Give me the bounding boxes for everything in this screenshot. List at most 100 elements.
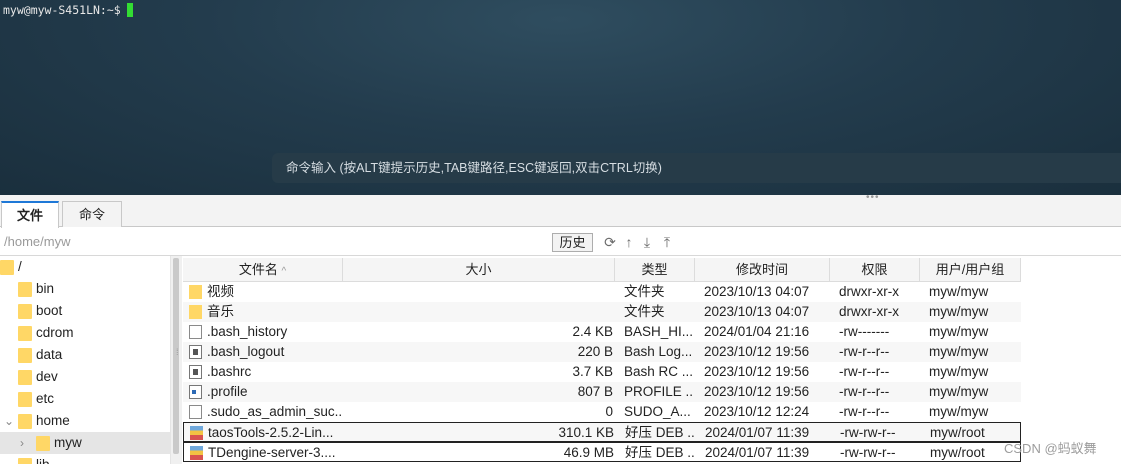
file-list-header: 文件名 ^ 大小 类型 修改时间 权限 用户/用户组	[183, 258, 1021, 282]
chevron-down-icon[interactable]: ⌄	[4, 410, 14, 432]
column-owner[interactable]: 用户/用户组	[920, 258, 1021, 282]
folder-icon	[18, 458, 32, 464]
file-owner: myw/myw	[929, 344, 989, 359]
file-row[interactable]: 视频 文件夹 2023/10/13 04:07 drwxr-xr-x myw/myw	[183, 282, 1021, 302]
document-icon	[189, 405, 202, 419]
file-size: 220 B	[577, 344, 613, 359]
chevron-right-icon[interactable]: ›	[20, 432, 24, 454]
tree-item-etc[interactable]: etc	[0, 388, 170, 410]
path-input[interactable]: /home/myw	[4, 234, 70, 249]
tree-item-root[interactable]: /	[0, 256, 170, 278]
document-icon	[189, 325, 202, 339]
package-icon	[190, 446, 203, 460]
file-row[interactable]: .bash_history 2.4 KB BASH_HI... 2024/01/04 …	[183, 322, 1021, 342]
column-permissions[interactable]: 权限	[830, 258, 920, 282]
file-row[interactable]: .bash_logout 220 B Bash Log... 2023/10/12 1…	[183, 342, 1021, 362]
file-row[interactable]: taosTools-2.5.2-Lin... 310.1 KB 好压 DEB ...…	[183, 422, 1021, 442]
file-modified: 2023/10/13 04:07	[704, 284, 810, 299]
file-name: .bash_logout	[207, 344, 285, 359]
file-name: TDengine-server-3....	[208, 445, 336, 460]
folder-icon	[18, 282, 32, 297]
file-type: 文件夹	[624, 284, 665, 299]
file-row[interactable]: TDengine-server-3.... 46.9 MB 好压 DEB ... 20…	[183, 442, 1021, 462]
file-modified: 2024/01/04 21:16	[704, 324, 810, 339]
file-owner: myw/myw	[929, 284, 989, 299]
folder-icon	[18, 392, 32, 407]
file-name: 音乐	[207, 304, 234, 319]
terminal-cursor	[126, 3, 133, 17]
terminal-prompt: myw@myw-S451LN:~$	[3, 3, 133, 17]
folder-icon	[18, 326, 32, 341]
folder-icon	[0, 260, 14, 275]
file-modified: 2023/10/12 19:56	[704, 344, 810, 359]
file-type: 好压 DEB ...	[625, 425, 694, 440]
file-owner: myw/myw	[929, 304, 989, 319]
file-permissions: -rw-r--r--	[839, 344, 890, 359]
terminal-panel[interactable]: myw@myw-S451LN:~$ 命令输入 (按ALT键提示历史,TAB键路径…	[0, 0, 1121, 195]
file-name: .bash_history	[207, 324, 288, 339]
file-size: 2.4 KB	[572, 324, 613, 339]
file-name: .bashrc	[207, 364, 252, 379]
folder-icon	[18, 304, 32, 319]
history-button[interactable]: 历史	[552, 233, 593, 252]
file-type: PROFILE ...	[624, 384, 693, 399]
tree-item-boot[interactable]: boot	[0, 300, 170, 322]
path-bar: /home/myw 历史 ⟳ ↑ ⤓ ⤒	[0, 228, 1121, 256]
tab-files[interactable]: 文件	[1, 201, 59, 228]
file-owner: myw/myw	[929, 324, 989, 339]
file-modified: 2024/01/07 11:39	[705, 445, 810, 460]
column-name[interactable]: 文件名 ^	[183, 258, 343, 282]
download-icon[interactable]: ⤓	[639, 233, 655, 251]
file-owner: myw/myw	[929, 364, 989, 379]
tree-item-lib[interactable]: lib	[0, 454, 170, 464]
watermark-text: CSDN @蚂蚁舞	[1004, 441, 1097, 456]
file-row[interactable]: .profile 807 B PROFILE ... 2023/10/12 19:56…	[183, 382, 1021, 402]
up-directory-icon[interactable]: ↑	[621, 233, 637, 251]
column-type[interactable]: 类型	[615, 258, 695, 282]
tree-item-bin[interactable]: bin	[0, 278, 170, 300]
file-type: Bash Log...	[624, 344, 693, 359]
file-modified: 2023/10/12 19:56	[704, 364, 810, 379]
tree-item-home[interactable]: ⌄ home	[0, 410, 170, 432]
file-permissions: drwxr-xr-x	[839, 304, 899, 319]
file-name: 视频	[207, 284, 234, 299]
file-size: 807 B	[577, 384, 613, 399]
file-permissions: -rw-rw-r--	[840, 445, 896, 460]
file-modified: 2024/01/07 11:39	[705, 425, 810, 440]
tree-item-cdrom[interactable]: cdrom	[0, 322, 170, 344]
file-list: 文件名 ^ 大小 类型 修改时间 权限 用户/用户组 视频 文件夹 2023/10/…	[183, 256, 1121, 464]
upload-icon[interactable]: ⤒	[659, 233, 675, 251]
tab-commands[interactable]: 命令	[62, 201, 122, 227]
column-modified[interactable]: 修改时间	[695, 258, 830, 282]
file-size: 310.1 KB	[558, 425, 614, 440]
tree-item-myw[interactable]: › myw	[0, 432, 170, 454]
folder-icon	[18, 414, 32, 429]
folder-icon	[189, 305, 202, 319]
file-row[interactable]: 音乐 文件夹 2023/10/13 04:07 drwxr-xr-x myw/myw	[183, 302, 1021, 322]
file-type: BASH_HI...	[624, 324, 693, 339]
tree-item-data[interactable]: data	[0, 344, 170, 366]
file-type: Bash RC ...	[624, 364, 693, 379]
file-row[interactable]: .sudo_as_admin_suc... 0 SUDO_A... 2023/10/1…	[183, 402, 1021, 422]
file-modified: 2023/10/12 12:24	[704, 404, 810, 419]
file-size: 3.7 KB	[572, 364, 613, 379]
command-input-bar[interactable]: 命令输入 (按ALT键提示历史,TAB键路径,ESC键返回,双击CTRL切换)	[272, 153, 1121, 183]
file-owner: myw/myw	[929, 404, 989, 419]
column-size[interactable]: 大小	[343, 258, 615, 282]
folder-icon	[18, 348, 32, 363]
file-permissions: -rw-r--r--	[839, 384, 890, 399]
file-row[interactable]: .bashrc 3.7 KB Bash RC ... 2023/10/12 19:56…	[183, 362, 1021, 382]
file-name: .profile	[207, 384, 248, 399]
file-type: SUDO_A...	[624, 404, 691, 419]
file-size: 46.9 MB	[563, 445, 614, 460]
tree-item-dev[interactable]: dev	[0, 366, 170, 388]
file-modified: 2023/10/12 19:56	[704, 384, 810, 399]
file-size: 0	[605, 404, 613, 419]
pane-grip-icon[interactable]: ⁞	[176, 348, 182, 357]
file-permissions: drwxr-xr-x	[839, 284, 899, 299]
file-name: .sudo_as_admin_suc...	[207, 404, 341, 419]
refresh-icon[interactable]: ⟳	[602, 233, 618, 251]
file-owner: myw/myw	[929, 384, 989, 399]
file-permissions: -rw-r--r--	[839, 404, 890, 419]
folder-icon	[36, 436, 50, 451]
